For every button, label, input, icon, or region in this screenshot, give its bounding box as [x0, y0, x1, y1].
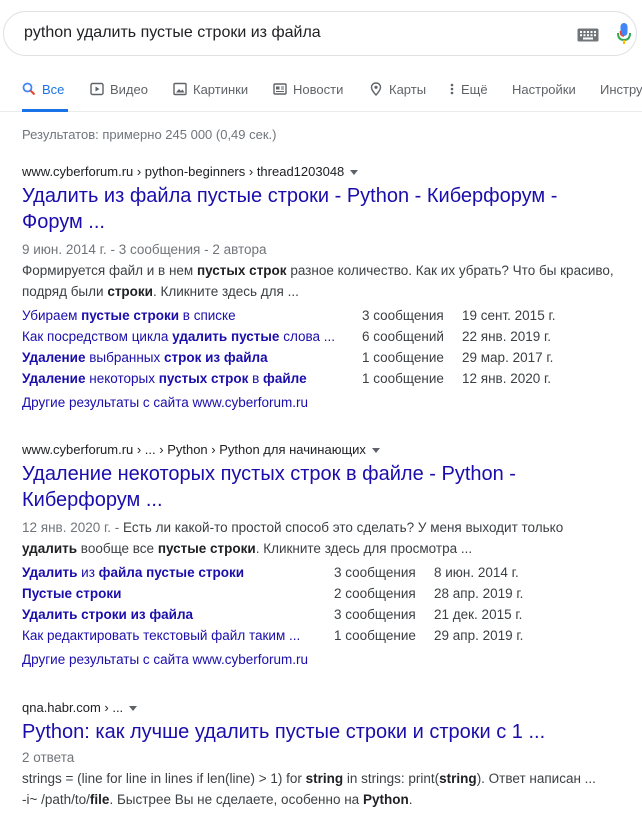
sitelink-date: 28 апр. 2019 г. — [434, 586, 524, 601]
more-results-link[interactable]: Другие результаты с сайта www.cyberforum… — [22, 392, 622, 413]
tab-label: Все — [42, 82, 65, 97]
sitelink-count: 1 сообщение — [362, 371, 444, 386]
tab-label: Настройки — [512, 82, 576, 97]
sitelink[interactable]: Как посредством цикла удалить пустые сло… — [22, 329, 335, 344]
result-title[interactable]: Удаление некоторых пустых строк в файле … — [22, 461, 622, 513]
sitelink-row: Убираем пустые строки в списке 3 сообщен… — [22, 308, 622, 329]
tab-label: Видео — [110, 82, 148, 97]
more-vert-icon — [450, 83, 454, 95]
result-stats: Результатов: примерно 245 000 (0,49 сек.… — [22, 127, 277, 142]
search-result: www.cyberforum.ru › ... › Python › Pytho… — [22, 441, 622, 670]
sitelink-row: Удалить строки из файла 3 сообщения 21 д… — [22, 607, 622, 628]
search-tabs: Все Видео Картинки Новости Карты Ещё Нас… — [0, 72, 642, 112]
sitelink[interactable]: Удалить строки из файла — [22, 607, 193, 622]
sitelink-count: 1 сообщение — [362, 350, 444, 365]
sitelinks: Убираем пустые строки в списке 3 сообщен… — [22, 308, 622, 392]
dropdown-arrow-icon[interactable] — [371, 448, 380, 454]
sitelink-row: Как посредством цикла удалить пустые сло… — [22, 329, 622, 350]
tab-label: Картинки — [193, 82, 249, 97]
sitelink-row: Удаление выбранных строк из файла 1 сооб… — [22, 350, 622, 371]
result-breadcrumb[interactable]: www.cyberforum.ru › python-beginners › t… — [22, 163, 622, 181]
result-snippet: 12 янв. 2020 г. - Есть ли какой-то прост… — [22, 520, 564, 556]
result-title[interactable]: Python: как лучше удалить пустые строки … — [22, 719, 622, 745]
tab-all[interactable]: Все — [22, 82, 68, 112]
search-icon — [22, 82, 36, 96]
result-snippet: 2 ответа strings = (line for line in lin… — [22, 750, 596, 807]
news-icon — [273, 83, 287, 95]
sitelink-count: 3 сообщения — [334, 565, 416, 580]
sitelink-row: Удаление некоторых пустых строк в файле … — [22, 371, 622, 392]
keyboard-icon[interactable] — [577, 28, 599, 42]
image-icon — [173, 82, 187, 96]
search-result: qna.habr.com › ... Python: как лучше уда… — [22, 699, 622, 810]
sitelink-date: 12 янв. 2020 г. — [462, 371, 552, 386]
result-breadcrumb[interactable]: qna.habr.com › ... — [22, 699, 622, 717]
sitelinks: Удалить из файла пустые строки 3 сообщен… — [22, 565, 622, 649]
sitelink-count: 1 сообщение — [334, 628, 416, 643]
search-box[interactable]: python удалить пустые строки из файла — [3, 11, 637, 56]
search-result: www.cyberforum.ru › python-beginners › t… — [22, 163, 622, 413]
sitelink-date: 29 мар. 2017 г. — [462, 350, 554, 365]
sitelink-row: Удалить из файла пустые строки 3 сообщен… — [22, 565, 622, 586]
result-breadcrumb[interactable]: www.cyberforum.ru › ... › Python › Pytho… — [22, 441, 622, 459]
sitelink-count: 2 сообщения — [334, 586, 416, 601]
sitelink[interactable]: Удалить из файла пустые строки — [22, 565, 244, 580]
sitelink-date: 22 янв. 2019 г. — [462, 329, 552, 344]
tab-label: Новости — [293, 82, 344, 97]
sitelink-count: 3 сообщения — [362, 308, 444, 323]
sitelink-date: 21 дек. 2015 г. — [434, 607, 523, 622]
sitelink[interactable]: Удаление выбранных строк из файла — [22, 350, 268, 365]
dropdown-arrow-icon[interactable] — [350, 170, 359, 176]
sitelink-date: 8 июн. 2014 г. — [434, 565, 519, 580]
more-results-link[interactable]: Другие результаты с сайта www.cyberforum… — [22, 649, 622, 670]
sitelink[interactable]: Как редактировать текстовый файл таким .… — [22, 628, 300, 643]
sitelink[interactable]: Убираем пустые строки в списке — [22, 308, 236, 323]
result-snippet: 9 июн. 2014 г. - 3 сообщения - 2 автора … — [22, 242, 614, 299]
sitelink[interactable]: Пустые строки — [22, 586, 121, 601]
tab-label: Карты — [389, 82, 427, 97]
sitelink-date: 19 сент. 2015 г. — [462, 308, 556, 323]
sitelink-row: Пустые строки 2 сообщения 28 апр. 2019 г… — [22, 586, 622, 607]
sitelink[interactable]: Удаление некоторых пустых строк в файле — [22, 371, 307, 386]
dropdown-arrow-icon[interactable] — [129, 706, 138, 712]
video-icon — [90, 82, 104, 96]
tab-label: Ещё — [461, 82, 488, 97]
map-pin-icon — [370, 82, 382, 96]
sitelink-count: 3 сообщения — [334, 607, 416, 622]
search-input[interactable]: python удалить пустые строки из файла — [24, 24, 321, 42]
tab-label: Инстру — [600, 82, 642, 97]
result-title[interactable]: Удалить из файла пустые строки - Python … — [22, 183, 622, 235]
mic-icon[interactable] — [616, 22, 632, 46]
sitelink-row: Как редактировать текстовый файл таким .… — [22, 628, 622, 649]
sitelink-count: 6 сообщений — [362, 329, 444, 344]
sitelink-date: 29 апр. 2019 г. — [434, 628, 524, 643]
